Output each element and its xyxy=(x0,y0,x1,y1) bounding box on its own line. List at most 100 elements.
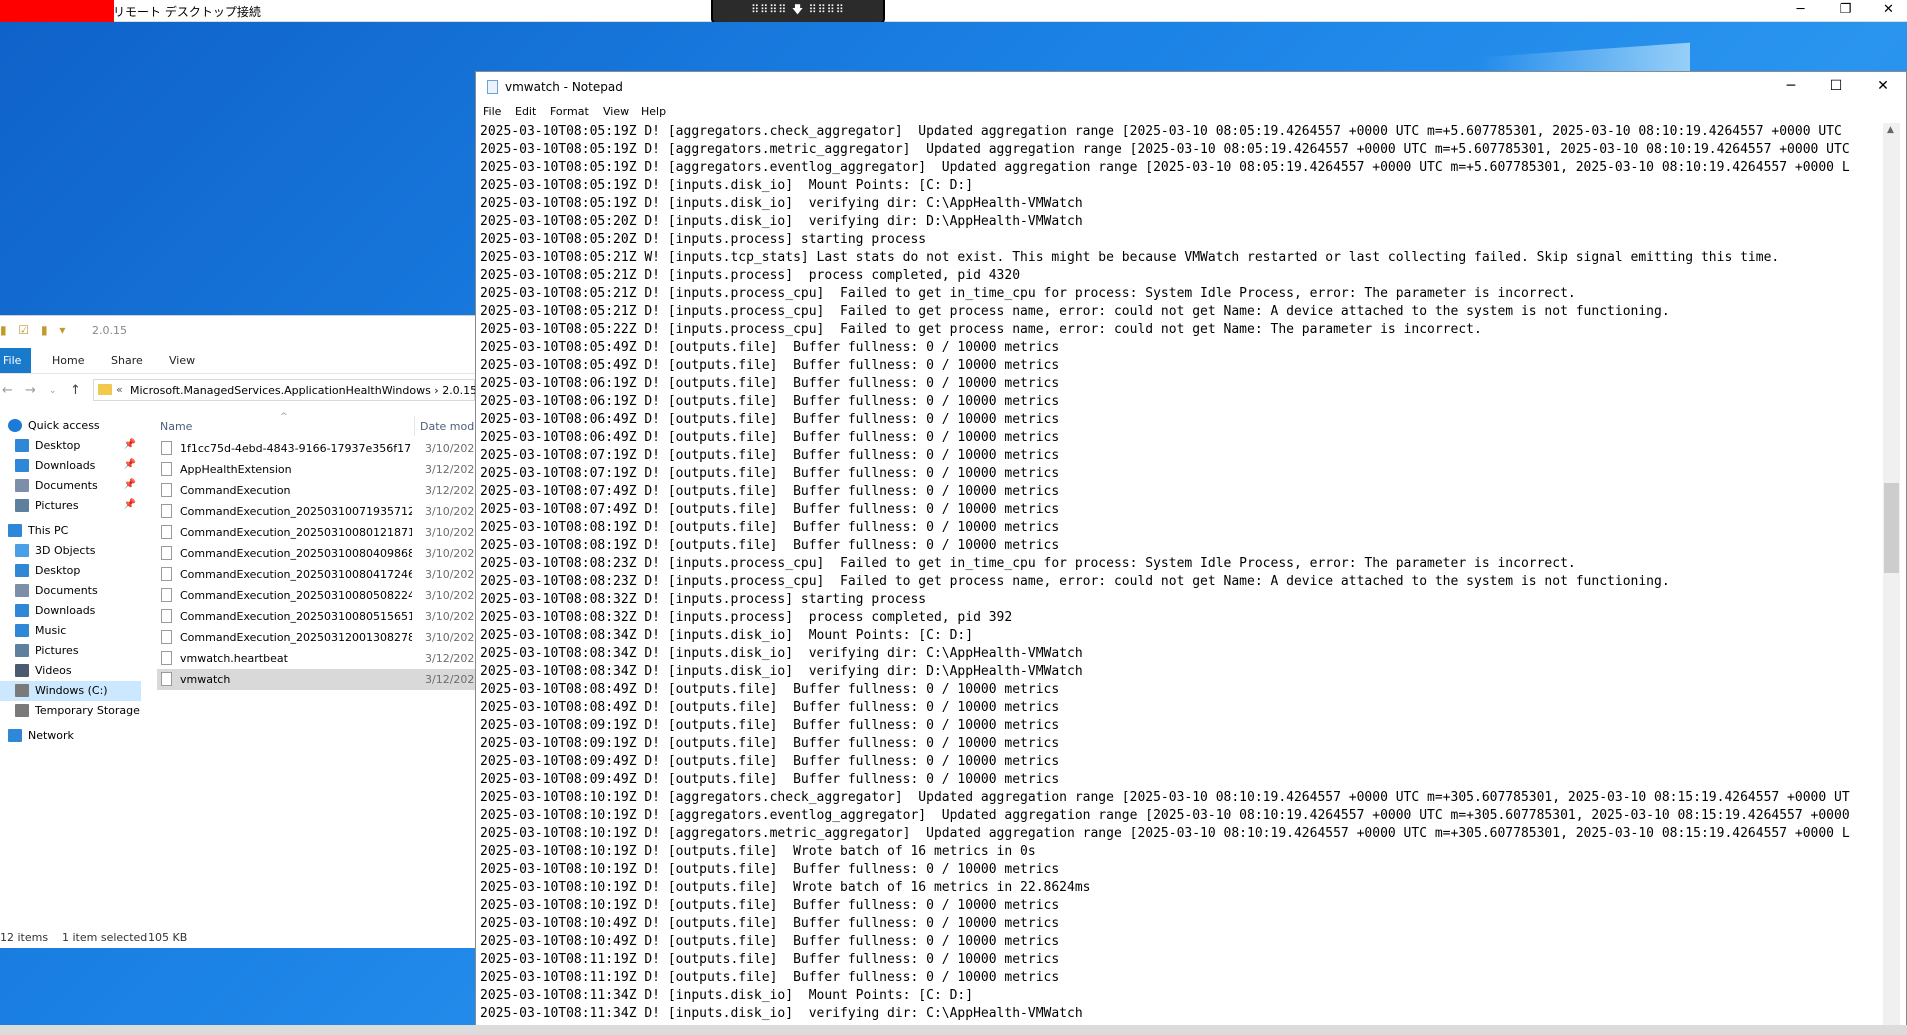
ribbon-tab-share[interactable]: Share xyxy=(105,348,149,373)
notepad-minimize-button[interactable]: ─ xyxy=(1768,72,1814,102)
log-line: 2025-03-10T08:06:19Z D! [outputs.file] B… xyxy=(480,394,1060,409)
nav-item[interactable]: 3D Objects xyxy=(0,541,141,561)
log-line: 2025-03-10T08:06:19Z D! [outputs.file] B… xyxy=(480,376,1060,391)
horizontal-scrollbar[interactable] xyxy=(0,1025,1907,1035)
file-row[interactable]: CommandExecution_20250310071935712 3/10/2… xyxy=(157,501,477,522)
explorer-window-title: 2.0.15 xyxy=(92,324,127,337)
pin-icon[interactable]: 📌 xyxy=(124,479,136,490)
menu-format[interactable]: Format xyxy=(550,105,589,118)
drive-icon xyxy=(15,684,29,697)
file-icon xyxy=(161,630,172,644)
nav-item[interactable]: Windows (C:) xyxy=(0,681,141,701)
rdp-minimize-button[interactable]: ─ xyxy=(1778,0,1823,22)
file-row[interactable]: AppHealthExtension 3/12/2025 xyxy=(157,459,477,480)
file-date: 3/10/2025 xyxy=(425,610,477,623)
star-icon xyxy=(8,419,22,432)
pin-icon[interactable]: 📌 xyxy=(124,439,136,450)
column-header-name[interactable]: Name xyxy=(160,420,192,433)
nav-item[interactable]: Downloads xyxy=(0,601,141,621)
nav-item[interactable]: Pictures xyxy=(0,641,141,661)
nav-item[interactable]: Downloads 📌 xyxy=(0,456,141,476)
ribbon-tab-view[interactable]: View xyxy=(163,348,201,373)
recent-dropdown-icon[interactable]: ⌄ xyxy=(49,386,57,396)
file-row[interactable]: CommandExecution_20250310080508224 3/10/2… xyxy=(157,585,477,606)
folder-icon xyxy=(98,384,112,395)
nav-item[interactable]: Desktop 📌 xyxy=(0,436,141,456)
ribbon-tab-home[interactable]: Home xyxy=(46,348,90,373)
nav-item[interactable]: Videos xyxy=(0,661,141,681)
file-explorer-window: ▮ ☑ ▮ ▾ 2.0.15 File Home Share View ← → … xyxy=(0,315,477,948)
nav-item-label: Music xyxy=(35,624,67,637)
log-line: 2025-03-10T08:08:19Z D! [outputs.file] B… xyxy=(480,538,1060,553)
file-icon xyxy=(161,441,172,455)
rdp-connection-bar[interactable]: ⠿⠿⠿⠿ 🡇 ⠿⠿⠿⠿ xyxy=(711,0,885,24)
log-line: 2025-03-10T08:10:19Z D! [outputs.file] B… xyxy=(480,898,1060,913)
nav-item-label: Documents xyxy=(35,479,98,492)
file-icon xyxy=(161,546,172,560)
forward-arrow-icon[interactable]: → xyxy=(25,383,36,398)
rdp-restore-button[interactable]: ❐ xyxy=(1823,0,1868,22)
file-name: vmwatch xyxy=(180,673,231,686)
nav-item[interactable]: Network xyxy=(0,726,141,746)
nav-item[interactable]: Desktop xyxy=(0,561,141,581)
rdp-close-button[interactable]: ✕ xyxy=(1866,0,1907,22)
up-arrow-icon[interactable]: ↑ xyxy=(70,383,81,398)
notepad-text-area[interactable]: 2025-03-10T08:05:19Z D! [aggregators.che… xyxy=(480,123,1883,1028)
log-line: 2025-03-10T08:05:21Z W! [inputs.tcp_stat… xyxy=(480,250,1780,265)
file-date: 3/12/2025 xyxy=(425,652,477,665)
log-line: 2025-03-10T08:08:23Z D! [inputs.process_… xyxy=(480,556,1576,571)
address-overflow-chevron[interactable]: « xyxy=(116,383,123,396)
file-icon xyxy=(161,567,172,581)
notepad-maximize-button[interactable]: ☐ xyxy=(1813,72,1859,102)
file-row[interactable]: CommandExecution_20250310080515651 3/10/2… xyxy=(157,606,477,627)
pin-icon[interactable]: 📌 xyxy=(124,459,136,470)
nav-item-label: Pictures xyxy=(35,644,79,657)
explorer-status-bar: 12 items 1 item selected 105 KB xyxy=(0,928,475,946)
file-row[interactable]: 1f1cc75d-4ebd-4843-9166-17937e356f17... 3… xyxy=(157,438,477,459)
menu-help[interactable]: Help xyxy=(641,105,666,118)
log-line: 2025-03-10T08:11:34Z D! [inputs.disk_io]… xyxy=(480,988,974,1003)
nav-item[interactable]: Music xyxy=(0,621,141,641)
menu-edit[interactable]: Edit xyxy=(515,105,536,118)
nav-item[interactable]: Documents xyxy=(0,581,141,601)
scrollbar-thumb[interactable] xyxy=(1884,483,1899,573)
file-row[interactable]: vmwatch 3/12/2025 xyxy=(157,669,477,690)
nav-item[interactable]: This PC xyxy=(0,521,141,541)
menu-file[interactable]: File xyxy=(483,105,501,118)
pin-icon[interactable]: 📌 xyxy=(124,499,136,510)
download-icon xyxy=(15,459,29,472)
menu-view[interactable]: View xyxy=(603,105,629,118)
log-line: 2025-03-10T08:05:19Z D! [aggregators.met… xyxy=(480,142,1850,157)
scroll-up-icon[interactable]: ▲ xyxy=(1887,125,1894,135)
column-header-date[interactable]: Date mod xyxy=(420,420,474,433)
log-line: 2025-03-10T08:08:49Z D! [outputs.file] B… xyxy=(480,700,1060,715)
ribbon-tab-file[interactable]: File xyxy=(0,348,32,373)
file-row[interactable]: CommandExecution 3/12/2025 xyxy=(157,480,477,501)
nav-item[interactable]: Pictures 📌 xyxy=(0,496,141,516)
log-line: 2025-03-10T08:09:49Z D! [outputs.file] B… xyxy=(480,772,1060,787)
column-divider[interactable] xyxy=(414,416,415,436)
log-line: 2025-03-10T08:05:49Z D! [outputs.file] B… xyxy=(480,340,1060,355)
document-icon xyxy=(15,479,29,492)
nav-item[interactable]: Quick access xyxy=(0,416,141,436)
file-row[interactable]: CommandExecution_20250312001308278 3/10/2… xyxy=(157,627,477,648)
log-line: 2025-03-10T08:05:21Z D! [inputs.process_… xyxy=(480,286,1576,301)
file-date: 3/10/2025 xyxy=(425,547,477,560)
back-arrow-icon[interactable]: ← xyxy=(2,383,13,398)
notepad-close-button[interactable]: ✕ xyxy=(1860,72,1906,102)
nav-item[interactable]: Documents 📌 xyxy=(0,476,141,496)
file-row[interactable]: vmwatch.heartbeat 3/12/2025 xyxy=(157,648,477,669)
quick-access-toolbar[interactable]: ▮ ☑ ▮ ▾ xyxy=(0,323,69,337)
file-row[interactable]: CommandExecution_20250310080121871 3/10/2… xyxy=(157,522,477,543)
nav-item[interactable]: Temporary Storage xyxy=(0,701,141,721)
address-bar[interactable]: « Microsoft.ManagedServices.ApplicationH… xyxy=(93,379,477,401)
nav-item-label: Windows (C:) xyxy=(35,684,108,697)
desktop-icon xyxy=(15,439,29,452)
file-row[interactable]: CommandExecution_20250310080409868 3/10/2… xyxy=(157,543,477,564)
log-line: 2025-03-10T08:05:19Z D! [inputs.disk_io]… xyxy=(480,196,1083,211)
log-line: 2025-03-10T08:08:32Z D! [inputs.process]… xyxy=(480,610,1013,625)
nav-item-label: Desktop xyxy=(35,439,81,452)
vertical-scrollbar[interactable]: ▲ xyxy=(1883,123,1900,1028)
notepad-app-icon xyxy=(487,80,498,94)
file-row[interactable]: CommandExecution_20250310080417246 3/10/2… xyxy=(157,564,477,585)
